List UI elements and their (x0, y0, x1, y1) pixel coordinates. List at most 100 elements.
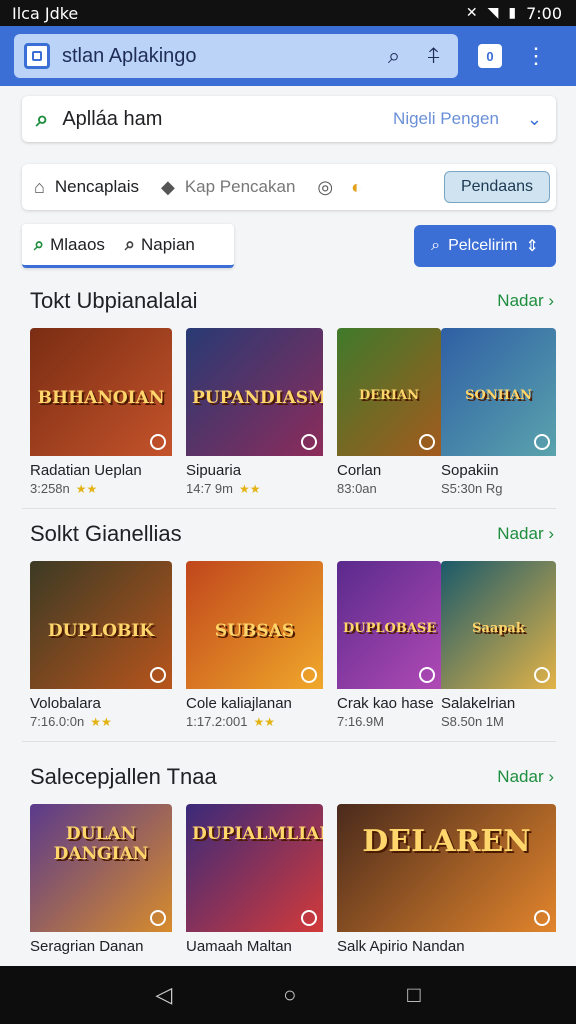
app-size: S8.50n 1M (441, 714, 504, 729)
chip-label: Mlaaos (50, 234, 105, 254)
badge-icon (419, 667, 435, 683)
app-size: S5:30n Rg (441, 481, 503, 496)
badge-icon (534, 434, 550, 450)
section-header: Solkt Gianellias Nadar › (0, 519, 576, 549)
see-more-link[interactable]: Nadar › (497, 291, 554, 311)
carrier-label: Ilca Jdke (12, 3, 79, 23)
search-icon: ⌕ (431, 237, 441, 254)
app-meta: 7:16.9M (337, 714, 441, 729)
section-1: Tokt Ubpianalalai Nadar › BHHANOIAN Radatia… (0, 286, 576, 498)
filter-chip-2[interactable]: ⌕ Napian (125, 234, 195, 255)
app-thumbnail[interactable]: DELAREN (337, 804, 556, 932)
section-title: Salecepjallen Tnaa (30, 764, 217, 789)
thumbnail-title: DUPIALMLIAN (192, 824, 323, 844)
tile-row: DUPLOBIK Volobalara 7:16.0:0n ★★ SUBSAS Cole … (0, 561, 576, 731)
app-thumbnail[interactable]: Saapak (441, 561, 556, 689)
search-bar[interactable]: ⌕ Aplláa ham Nigeli Pengen ⌄ (22, 96, 556, 142)
battery-icon: ▮ (508, 5, 517, 21)
thumbnail-title: SONHAN (465, 388, 532, 403)
app-meta: 7:16.0:0n ★★ (30, 714, 172, 729)
app-name: Volobalara (30, 695, 101, 712)
wifi-icon: ◥ (487, 5, 499, 21)
app-thumbnail[interactable]: SONHAN (441, 328, 556, 456)
app-size: 7:16.9M (337, 714, 384, 729)
app-tile[interactable]: SUBSAS Cole kaliajlanan 1:17.2:001 ★★ (186, 561, 323, 729)
category-pill[interactable]: Pendaans (443, 171, 550, 203)
chevron-down-icon[interactable]: ⌄ (527, 109, 542, 130)
search-input[interactable]: Aplláa ham (62, 108, 379, 131)
search-action-button[interactable]: ⌕ Pelcelirim ⇕ (414, 225, 556, 267)
app-tile[interactable]: DULAN DANGIAN Seragrian Danan (30, 804, 172, 955)
section-title: Solkt Gianellias (30, 521, 182, 546)
app-name: Sipuaria (186, 462, 242, 479)
thumbnail-title: BHHANOIAN (37, 388, 165, 408)
badge-icon (150, 434, 166, 450)
home-button-icon[interactable]: ○ (283, 982, 296, 1008)
filter-chip-1[interactable]: ⌕ Mlaaos (34, 234, 105, 255)
search-icon: ⌕ (36, 106, 49, 131)
section-header: Tokt Ubpianalalai Nadar › (0, 286, 576, 316)
app-meta: 3:258n ★★ (30, 481, 172, 496)
app-meta: 14:7 9m ★★ (186, 481, 323, 496)
thumbnail-title: DUPLOBIK (47, 621, 155, 641)
app-name: Uamaah Maltan (186, 938, 292, 955)
app-thumbnail[interactable]: PUPANDIASM (186, 328, 323, 456)
search-icon[interactable]: ⌕ (380, 42, 408, 70)
badge-icon (150, 667, 166, 683)
category-item-home[interactable]: ⌂ Nencaplais (34, 177, 139, 198)
app-tile[interactable]: DUPIALMLIAN Uamaah Maltan (186, 804, 323, 955)
system-nav-bar: ◁ ○ □ (0, 966, 576, 1024)
thumbnail-title: Saapak (472, 621, 525, 636)
app-size: 7:16.0:0n (30, 714, 85, 729)
app-tile[interactable]: Saapak Salakelrian S8.50n 1M (441, 561, 556, 729)
back-icon[interactable]: ◁ (155, 982, 172, 1008)
globe-icon[interactable]: ◎ (317, 177, 333, 198)
recents-icon[interactable]: □ (407, 982, 420, 1008)
app-tile[interactable]: DERIAN Corlan 83:0an (337, 328, 441, 496)
app-thumbnail[interactable]: DUPIALMLIAN (186, 804, 323, 932)
app-name: Salakelrian (441, 695, 516, 712)
app-tile[interactable]: DELAREN Salk Apirio Nandan (337, 804, 556, 955)
chip-label: Napian (141, 234, 195, 254)
star-icon: ★★ (238, 482, 261, 496)
app-meta: 1:17.2:001 ★★ (186, 714, 323, 729)
section-title: Tokt Ubpianalalai (30, 288, 198, 313)
pin-icon[interactable]: ⍏ (420, 42, 448, 70)
url-text[interactable]: stlan Aplakingo (62, 45, 368, 68)
app-thumbnail[interactable]: DERIAN (337, 328, 441, 456)
app-name: Corlan (337, 462, 382, 479)
chevron-updown-icon: ⇕ (525, 238, 539, 255)
app-tile[interactable]: BHHANOIAN Radatian Ueplan 3:258n ★★ (30, 328, 172, 496)
google-icon[interactable]: ◐ (351, 177, 362, 198)
tag-icon: ◆ (160, 176, 175, 197)
app-meta: S8.50n 1M (441, 714, 556, 729)
app-tile[interactable]: SONHAN Sopakiin S5:30n Rg (441, 328, 556, 496)
app-name: Cole kaliajlanan (186, 695, 292, 712)
app-tile[interactable]: DUPLOBASE Crak kao hase 7:16.9M (337, 561, 441, 729)
see-more-link[interactable]: Nadar › (497, 767, 554, 787)
section-3: Salecepjallen Tnaa Nadar › DULAN DANGIAN Se… (0, 762, 576, 974)
app-thumbnail[interactable]: BHHANOIAN (30, 328, 172, 456)
app-name: Seragrian Danan (30, 938, 144, 955)
thumbnail-title: PUPANDIASM (192, 388, 323, 408)
app-tile[interactable]: DUPLOBIK Volobalara 7:16.0:0n ★★ (30, 561, 172, 729)
more-menu-icon[interactable]: ⋮ (524, 43, 548, 69)
see-more-label: Nadar (497, 291, 544, 310)
tabs-icon[interactable]: 0 (478, 44, 502, 68)
category-item-tag[interactable]: ◆ Kap Pencakan (161, 177, 295, 198)
app-thumbnail[interactable]: DUPLOBASE (337, 561, 441, 689)
address-bar[interactable]: stlan Aplakingo ⌕ ⍏ (14, 34, 458, 78)
app-thumbnail[interactable]: DUPLOBIK (30, 561, 172, 689)
clock: 7:00 (526, 3, 562, 23)
app-thumbnail[interactable]: SUBSAS (186, 561, 323, 689)
app-thumbnail[interactable]: DULAN DANGIAN (30, 804, 172, 932)
status-bar: Ilca Jdke ✕ ◥ ▮ 7:00 (0, 0, 576, 26)
filter-chips: ⌕ Mlaaos ⌕ Napian (22, 224, 234, 268)
badge-icon (534, 667, 550, 683)
app-tile[interactable]: PUPANDIASM Sipuaria 14:7 9m ★★ (186, 328, 323, 496)
filter-row: ⌕ Mlaaos ⌕ Napian ⌕ Pelcelirim ⇕ (22, 224, 556, 268)
tile-row: DULAN DANGIAN Seragrian Danan DUPIALMLIAN U… (0, 804, 576, 974)
section-divider (22, 741, 556, 742)
star-icon: ★★ (75, 482, 98, 496)
see-more-link[interactable]: Nadar › (497, 524, 554, 544)
